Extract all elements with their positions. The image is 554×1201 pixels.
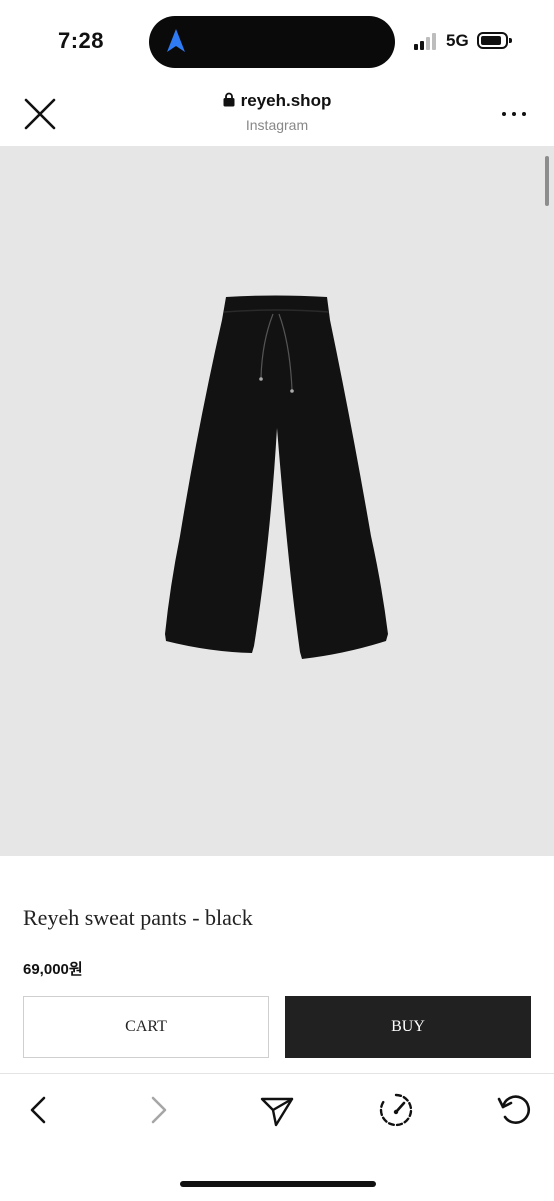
- share-button[interactable]: [257, 1090, 297, 1130]
- reload-button[interactable]: [495, 1090, 535, 1130]
- navigation-arrow-icon: [167, 29, 185, 52]
- speed-icon: [379, 1093, 413, 1127]
- status-time: 7:28: [58, 28, 105, 53]
- back-button[interactable]: [19, 1090, 59, 1130]
- dynamic-island: [149, 16, 395, 68]
- product-title: Reyeh sweat pants - black: [23, 905, 253, 930]
- forward-button[interactable]: [138, 1090, 178, 1130]
- cart-button[interactable]: CART: [23, 996, 269, 1058]
- reload-icon: [497, 1095, 531, 1124]
- speed-button[interactable]: [376, 1090, 416, 1130]
- forward-icon: [151, 1096, 167, 1124]
- buy-button[interactable]: BUY: [285, 996, 531, 1058]
- scrollbar[interactable]: [545, 156, 549, 206]
- battery-icon: [477, 32, 512, 49]
- url-display[interactable]: reyeh.shop: [0, 91, 554, 111]
- product-image[interactable]: [0, 146, 554, 856]
- url-text: reyeh.shop: [240, 91, 332, 110]
- source-label: Instagram: [245, 117, 309, 133]
- browser-header: reyeh.shop Instagram: [0, 84, 554, 146]
- share-icon: [260, 1097, 294, 1127]
- more-options-button[interactable]: [500, 102, 528, 124]
- product-price: 69,000원: [23, 961, 83, 978]
- home-indicator[interactable]: [180, 1181, 376, 1187]
- network-type: 5G: [446, 31, 469, 50]
- sweat-pants-image: [165, 295, 388, 659]
- cellular-signal-icon: [414, 33, 440, 50]
- back-icon: [30, 1096, 46, 1124]
- lock-icon: [223, 92, 235, 107]
- status-bar: 7:28 5G: [0, 0, 554, 84]
